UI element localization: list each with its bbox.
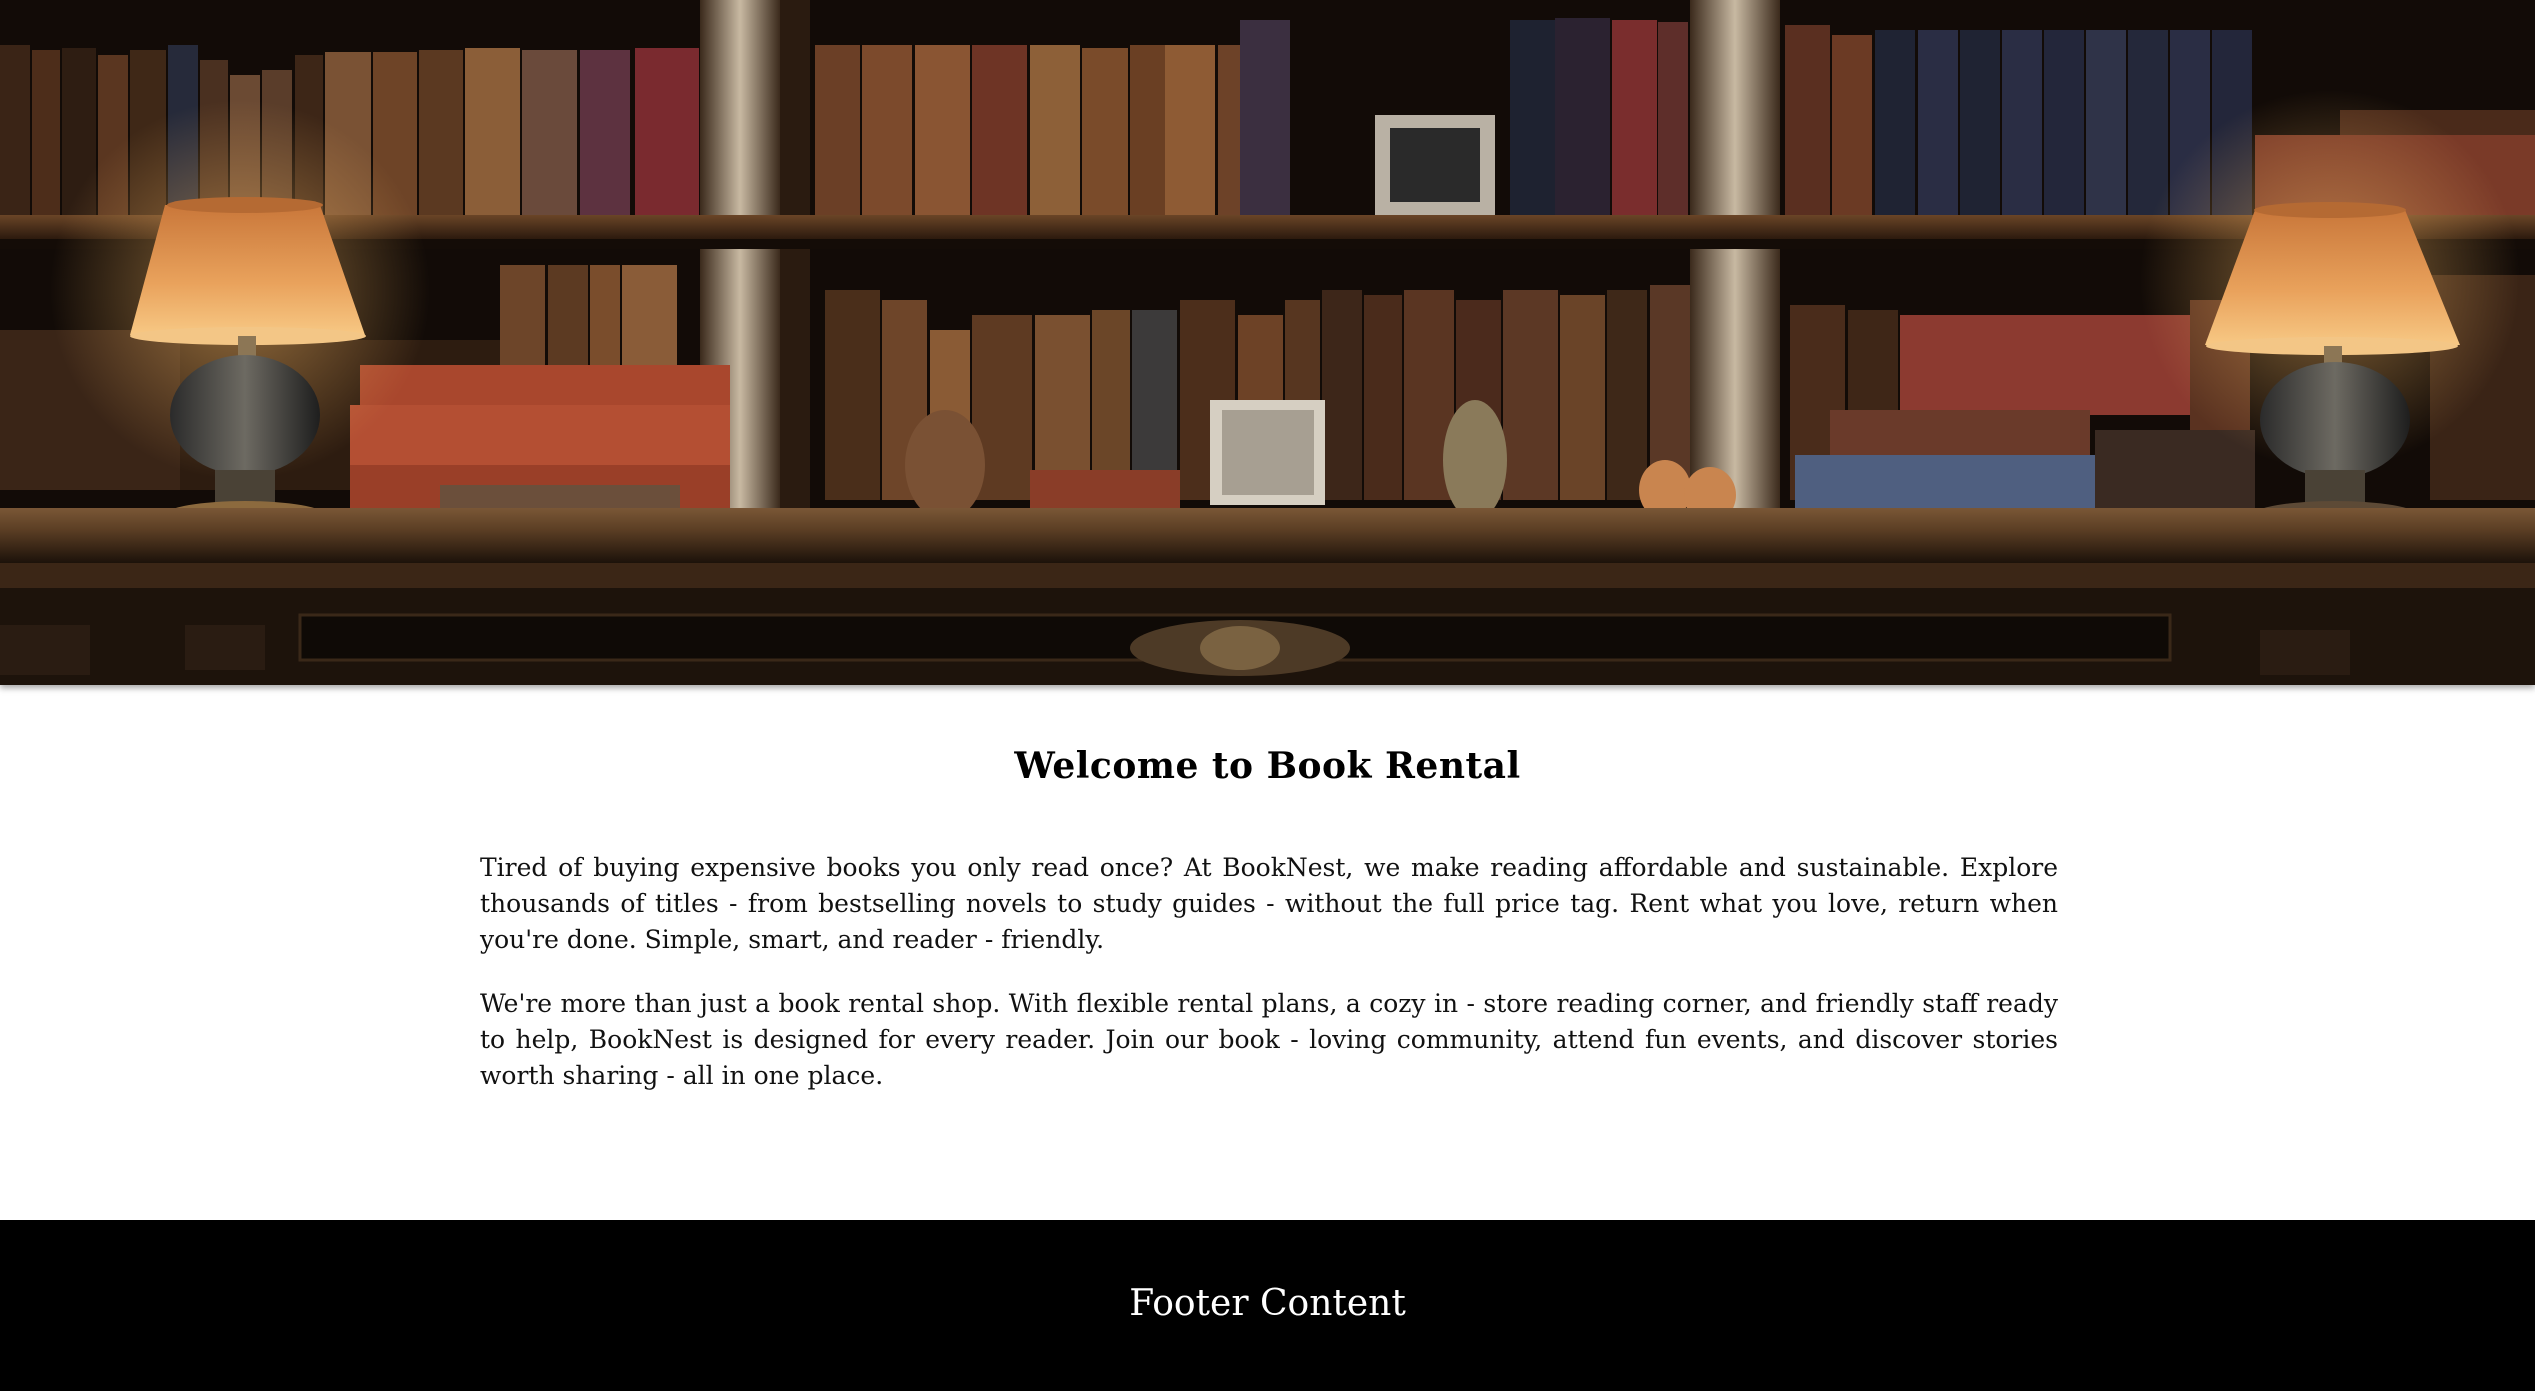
intro-paragraph-1: Tired of buying expensive books you only… xyxy=(480,853,2058,954)
main-content: Welcome to Book Rental Tired of buying e… xyxy=(0,685,2535,1220)
hero-banner xyxy=(0,0,2535,685)
intro-text-block: Tired of buying expensive books you only… xyxy=(480,850,2058,1122)
footer: Footer Content xyxy=(0,1220,2535,1391)
intro-paragraph-2: We're more than just a book rental shop.… xyxy=(480,989,2058,1090)
bookshelf-illustration xyxy=(0,0,2535,685)
footer-text: Footer Content xyxy=(1129,1283,1406,1324)
page-title: Welcome to Book Rental xyxy=(1014,745,1521,787)
